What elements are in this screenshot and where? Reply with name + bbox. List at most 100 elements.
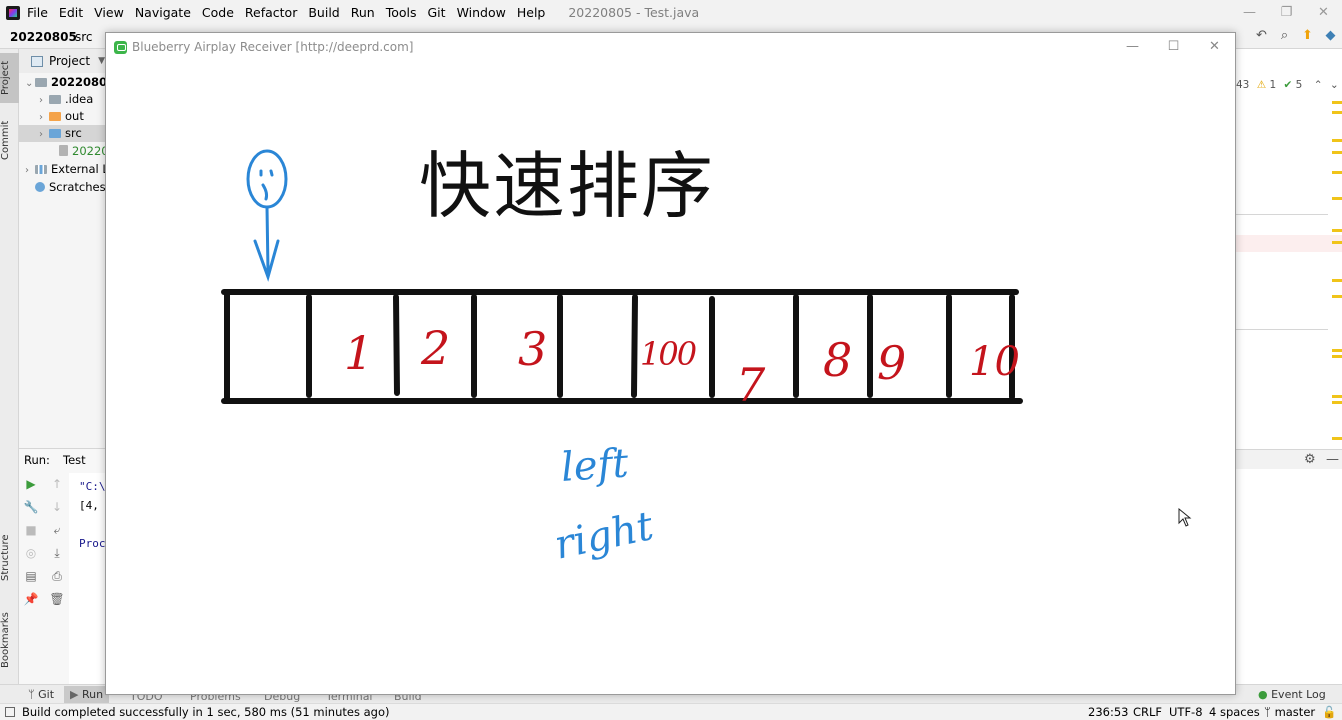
minimize-icon[interactable]: — — [1231, 0, 1268, 25]
tree-item-root[interactable]: ⌄ 20220805 — [25, 74, 109, 91]
maximize-icon[interactable]: ☐ — [1153, 33, 1194, 61]
search-icon[interactable]: ⌕ — [1273, 28, 1296, 43]
warning-icon: ⚠ — [1256, 79, 1267, 91]
git-branch[interactable]: ᛘ master — [1264, 705, 1315, 719]
event-log-icon: ● — [1258, 688, 1268, 701]
whiteboard-drawing: 1 2 3 100 7 8 9 10 left right — [221, 149, 1192, 569]
menu-run[interactable]: Run — [351, 5, 375, 20]
tab-bookmarks[interactable]: Bookmarks — [0, 604, 19, 676]
scroll-to-end-icon[interactable]: ⤓ — [49, 546, 65, 569]
tab-structure[interactable]: Structure — [0, 527, 19, 589]
error-stripe-marker[interactable] — [1332, 139, 1342, 142]
stick-figure-doodle — [246, 149, 288, 282]
menu-edit[interactable]: Edit — [59, 5, 83, 20]
tree-item-scratches[interactable]: Scratches — [35, 179, 106, 196]
inspection-widget[interactable]: 43 ⚠ 1 ✔ 5 ⌃ ⌄ — [1236, 79, 1339, 91]
run-tab-test[interactable]: Test — [63, 453, 86, 467]
tool-tab-event-log[interactable]: ● Event Log — [1258, 688, 1326, 701]
hide-panel-icon[interactable]: — — [1326, 452, 1339, 467]
file-encoding[interactable]: UTF-8 — [1169, 705, 1203, 719]
tree-item-external-libraries[interactable]: › External L — [25, 161, 109, 178]
error-stripe-marker[interactable] — [1332, 349, 1342, 352]
error-stripe-marker[interactable] — [1332, 395, 1342, 398]
menu-refactor[interactable]: Refactor — [245, 5, 297, 20]
breadcrumb-src[interactable]: src — [75, 30, 93, 44]
airplay-receiver-window[interactable]: Blueberry Airplay Receiver [http://deepr… — [105, 32, 1236, 695]
menu-view[interactable]: View — [94, 5, 124, 20]
caret-position[interactable]: 236:53 — [1088, 705, 1128, 719]
print-icon[interactable]: ⎙ — [49, 569, 65, 592]
close-icon[interactable]: ✕ — [1194, 33, 1235, 61]
console-output[interactable]: "C:\ [4, Proc — [69, 473, 109, 685]
chevron-right-icon[interactable]: › — [39, 109, 49, 126]
menu-window[interactable]: Window — [457, 5, 506, 20]
menu-build[interactable]: Build — [308, 5, 339, 20]
chevron-up-icon[interactable]: ⌃ — [1314, 79, 1323, 91]
array-cell-value: 1 — [344, 326, 373, 380]
project-panel-header[interactable]: Project ▼ — [19, 49, 109, 73]
line-separator[interactable]: CRLF — [1133, 705, 1162, 719]
menu-tools[interactable]: Tools — [386, 5, 417, 20]
error-stripe-marker[interactable] — [1332, 355, 1342, 358]
chevron-down-icon[interactable]: ▼ — [98, 56, 105, 66]
menu-code[interactable]: Code — [202, 5, 234, 20]
error-stripe-marker[interactable] — [1332, 171, 1342, 174]
highlighted-line — [1236, 235, 1342, 252]
camera-icon[interactable]: ◎ — [23, 546, 39, 569]
indent-setting[interactable]: 4 spaces — [1209, 705, 1260, 719]
wrench-icon[interactable]: 🔧 — [23, 500, 39, 523]
lock-icon[interactable]: 🔓 — [1322, 705, 1336, 719]
error-stripe-marker[interactable] — [1332, 111, 1342, 114]
settings-gear-icon[interactable]: ⚙ — [1304, 452, 1316, 467]
pin-icon[interactable]: 📌 — [23, 592, 39, 615]
chevron-down-icon[interactable]: ⌄ — [1330, 79, 1339, 91]
menu-navigate[interactable]: Navigate — [135, 5, 191, 20]
window-title: 20220805 - Test.java — [568, 5, 700, 20]
restore-icon[interactable]: ❐ — [1268, 0, 1305, 25]
error-stripe-marker[interactable] — [1332, 229, 1342, 232]
chevron-right-icon[interactable]: › — [25, 162, 35, 179]
error-stripe-marker[interactable] — [1332, 401, 1342, 404]
error-stripe-marker[interactable] — [1332, 151, 1342, 154]
close-icon[interactable]: ✕ — [1305, 0, 1342, 25]
tool-tab-run[interactable]: ▶ Run — [64, 686, 110, 703]
error-stripe-marker[interactable] — [1332, 295, 1342, 298]
update-icon[interactable]: ⬆ — [1296, 28, 1319, 43]
error-stripe-marker[interactable] — [1332, 197, 1342, 200]
minimize-icon[interactable]: — — [1112, 33, 1153, 61]
error-stripe-marker[interactable] — [1332, 241, 1342, 244]
tool-tab-git[interactable]: ᛘ Git — [28, 688, 54, 701]
right-pointer-label: right — [551, 503, 659, 569]
layout-icon[interactable]: ▤ — [23, 569, 39, 592]
tree-item-src[interactable]: › src — [19, 125, 109, 142]
editor-area[interactable]: 43 ⚠ 1 ✔ 5 ⌃ ⌄ — [1236, 49, 1342, 449]
error-stripe-marker[interactable] — [1332, 437, 1342, 440]
chevron-right-icon[interactable]: › — [39, 92, 49, 109]
tree-item-out[interactable]: › out — [39, 108, 84, 125]
tree-item-iml[interactable]: 20220 — [59, 143, 109, 160]
rerun-icon[interactable]: ▶ — [23, 477, 39, 500]
airplay-title-bar[interactable]: Blueberry Airplay Receiver [http://deepr… — [106, 33, 1235, 61]
menu-git[interactable]: Git — [428, 5, 446, 20]
chevron-right-icon[interactable]: › — [39, 126, 49, 143]
soft-wrap-icon[interactable]: ⤶ — [49, 523, 65, 546]
array-cell-value: 8 — [823, 333, 852, 387]
tab-project[interactable]: Project — [0, 53, 19, 103]
status-square-icon[interactable] — [5, 707, 15, 717]
menu-file[interactable]: File — [27, 5, 48, 20]
tree-item-idea[interactable]: › .idea — [39, 91, 93, 108]
arrow-down-icon[interactable]: ↓ — [49, 500, 65, 523]
arrow-up-icon[interactable]: ↑ — [49, 477, 65, 500]
stop-icon[interactable]: ■ — [23, 523, 39, 546]
undo-icon[interactable]: ↶ — [1250, 28, 1273, 43]
breadcrumb-project[interactable]: 20220805 — [10, 30, 77, 44]
array-cell-value: 7 — [736, 358, 766, 412]
menu-help[interactable]: Help — [517, 5, 546, 20]
toolbox-icon[interactable]: ◆ — [1319, 28, 1342, 43]
tab-commit[interactable]: Commit — [0, 115, 19, 165]
trash-icon[interactable]: 🗑 — [49, 592, 65, 615]
error-stripe-marker[interactable] — [1332, 279, 1342, 282]
error-stripe-marker[interactable] — [1332, 101, 1342, 104]
status-message[interactable]: Build completed successfully in 1 sec, 5… — [22, 705, 389, 719]
chevron-down-icon[interactable]: ⌄ — [25, 75, 35, 92]
